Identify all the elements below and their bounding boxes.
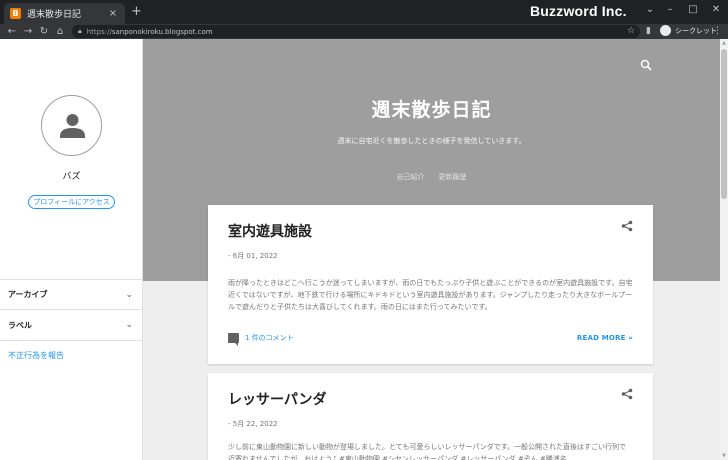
- comment-icon: [228, 333, 239, 346]
- nav-link-about[interactable]: 自己紹介: [397, 172, 425, 182]
- post-card: 室内遊具施設 - 6月 01, 2022 雨が降ったときはどこへ行こうか迷ってし…: [208, 205, 653, 364]
- address-bar[interactable]: 🔒︎ https://sanponokiroku.blogspot.com: [72, 25, 640, 38]
- browser-tab[interactable]: B 週末散歩日記 ×: [4, 3, 125, 24]
- forward-arrow-icon[interactable]: →: [21, 24, 35, 39]
- scroll-thumb[interactable]: [721, 49, 727, 199]
- blogger-favicon-icon: B: [10, 8, 21, 19]
- read-more-link[interactable]: READ MORE »: [577, 334, 633, 342]
- nav-link-history[interactable]: 更新履歴: [439, 172, 467, 182]
- comments-link[interactable]: 1 件のコメント: [228, 333, 294, 346]
- side-panel-icon[interactable]: ▮: [646, 24, 651, 39]
- browser-toolbar: ← → ↻ ⌂ 🔒︎ https://sanponokiroku.blogspo…: [0, 24, 728, 39]
- incognito-indicator[interactable]: シークレット: [660, 25, 717, 36]
- scroll-up-icon[interactable]: ▲: [720, 39, 728, 47]
- post-date[interactable]: - 5月 22, 2022: [228, 419, 278, 429]
- tab-close-icon[interactable]: ×: [107, 8, 119, 19]
- home-icon[interactable]: ⌂: [53, 24, 67, 39]
- archive-label: アーカイブ: [8, 290, 48, 299]
- chevron-down-icon: ⌄: [125, 289, 133, 300]
- search-icon[interactable]: [640, 59, 652, 71]
- incognito-icon: [660, 25, 671, 36]
- share-icon[interactable]: [621, 220, 633, 232]
- profile-name: バズ: [62, 172, 81, 182]
- browser-tabstrip: B 週末散歩日記 × + Buzzword Inc. ⌄ – □ ✕: [0, 0, 728, 24]
- page-scrollbar[interactable]: ▲ ▼: [720, 39, 728, 460]
- tab-title: 週末散歩日記: [27, 10, 82, 20]
- url-scheme: https://: [86, 27, 112, 36]
- brand-watermark: Buzzword Inc.: [530, 3, 627, 19]
- url-host: sanponokiroku.blogspot.com: [111, 27, 213, 36]
- bookmark-star-icon[interactable]: ☆: [627, 24, 635, 39]
- url-text: https://sanponokiroku.blogspot.com: [87, 28, 213, 36]
- minimize-icon[interactable]: –: [660, 4, 680, 15]
- comments-count: 1 件のコメント: [245, 334, 294, 342]
- post-date[interactable]: - 6月 01, 2022: [228, 251, 278, 261]
- sidebar: バズ プロフィールにアクセス アーカイブ ⌄ ラベル ⌄ 不正行為を報告: [0, 39, 143, 460]
- maximize-icon[interactable]: □: [683, 4, 703, 15]
- blog-title[interactable]: 週末散歩日記: [143, 95, 720, 122]
- person-icon: [60, 114, 85, 138]
- post-card: レッサーパンダ - 5月 22, 2022 少し前に東山動物園に新しい動物が登場…: [208, 373, 653, 460]
- scroll-down-icon[interactable]: ▼: [720, 452, 728, 460]
- post-snippet: 少し前に東山動物園に新しい動物が登場しました。とても可愛らしいレッサーパンダです…: [228, 443, 627, 460]
- back-arrow-icon[interactable]: ←: [5, 24, 19, 39]
- post-title[interactable]: レッサーパンダ: [228, 389, 327, 409]
- share-icon[interactable]: [621, 388, 633, 400]
- labels-label: ラベル: [8, 320, 32, 330]
- tab-search-icon[interactable]: ⌄: [640, 4, 660, 15]
- sidebar-archive-section[interactable]: アーカイブ ⌄: [0, 279, 143, 310]
- menu-kebab-icon[interactable]: ⋮: [713, 24, 722, 39]
- sidebar-labels-section[interactable]: ラベル ⌄: [0, 310, 143, 341]
- chevron-down-icon: ⌄: [125, 320, 133, 330]
- page-nav: 自己紹介 更新履歴: [143, 172, 720, 182]
- blog-description: 週末に自宅近くを散歩したときの様子を発信していきます。: [337, 137, 526, 145]
- report-abuse-link[interactable]: 不正行為を報告: [8, 350, 64, 361]
- visit-profile-button[interactable]: プロフィールにアクセス: [28, 195, 115, 209]
- lock-icon: 🔒︎: [78, 27, 82, 35]
- page-viewport: バズ プロフィールにアクセス アーカイブ ⌄ ラベル ⌄ 不正行為を報告 週末散…: [0, 39, 728, 460]
- window-close-icon[interactable]: ✕: [706, 4, 726, 15]
- new-tab-button[interactable]: +: [131, 4, 142, 20]
- avatar[interactable]: [41, 95, 102, 156]
- post-title[interactable]: 室内遊具施設: [228, 221, 312, 241]
- reload-icon[interactable]: ↻: [37, 24, 51, 39]
- incognito-label: シークレット: [675, 26, 717, 35]
- post-snippet: 雨が降ったときはどこへ行こうか迷ってしまいますが、雨の日でもたっぷり子供と遊ぶこ…: [228, 279, 633, 311]
